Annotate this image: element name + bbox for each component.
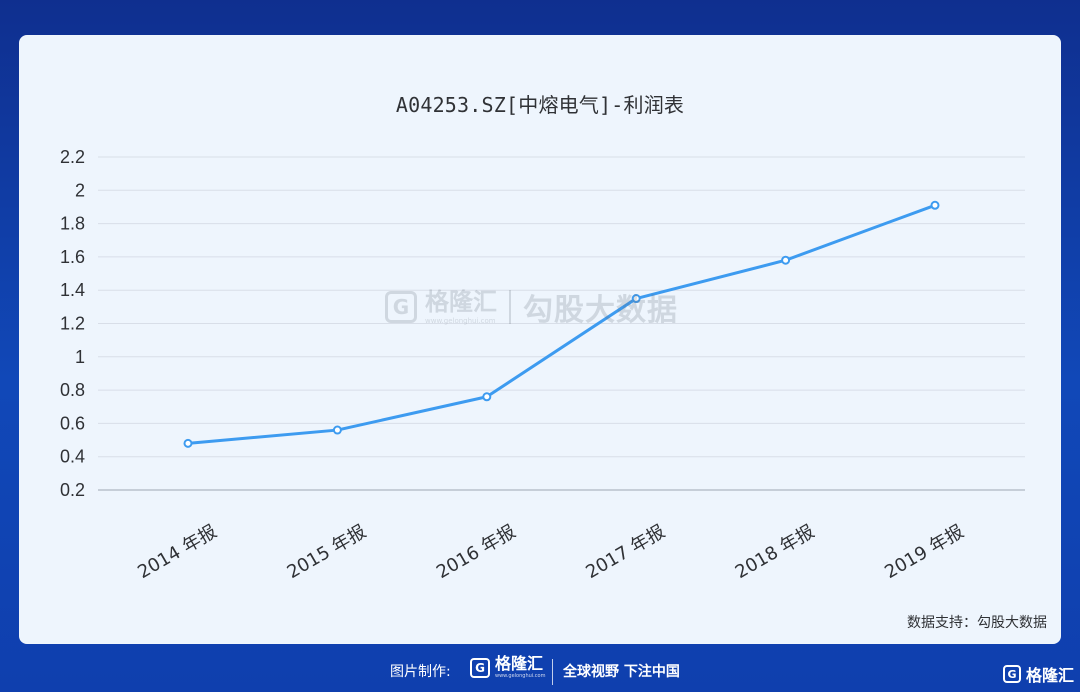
x-tick-label: 2016 年报 bbox=[433, 521, 519, 583]
x-tick-label: 2018 年报 bbox=[732, 521, 818, 583]
footer-logo: G 格隆汇 www.gelonghui.com bbox=[470, 656, 545, 679]
y-tick-label: 1.2 bbox=[60, 314, 85, 334]
y-tick-label: 0.8 bbox=[60, 380, 85, 400]
data-point bbox=[332, 425, 342, 435]
made-by-label: 图片制作: bbox=[390, 664, 451, 680]
source-label: 数据支持：勾股大数据 bbox=[907, 615, 1047, 631]
x-tick-label: 2015 年报 bbox=[284, 521, 370, 583]
footer-logo-icon: G bbox=[470, 657, 490, 678]
y-tick-label: 2.2 bbox=[60, 147, 85, 167]
data-point bbox=[781, 255, 791, 265]
line-chart: 0.20.40.60.811.21.41.61.822.2 2014 年报 201… bbox=[60, 147, 1025, 583]
corner-logo: G 格隆汇 bbox=[1003, 662, 1074, 686]
y-tick-label: 1.8 bbox=[60, 214, 85, 234]
footer-slogan: 全球视野 下注中国 bbox=[563, 664, 680, 680]
series-line bbox=[187, 203, 936, 445]
y-tick-label: 1.6 bbox=[60, 247, 85, 267]
footer-bar: 图片制作: G 格隆汇 www.gelonghui.com 全球视野 下注中国 bbox=[0, 652, 1080, 692]
footer-brand: 格隆汇 bbox=[495, 654, 544, 673]
data-point bbox=[183, 438, 193, 448]
corner-brand: 格隆汇 bbox=[1026, 666, 1075, 685]
y-tick-label: 2 bbox=[75, 180, 85, 200]
y-tick-label: 0.4 bbox=[60, 447, 85, 467]
data-point bbox=[631, 294, 641, 304]
data-point bbox=[482, 392, 492, 402]
y-tick-label: 0.6 bbox=[60, 413, 85, 433]
series-layer bbox=[183, 200, 940, 448]
footer-divider bbox=[552, 659, 553, 685]
y-tick-label: 1 bbox=[75, 347, 85, 367]
x-tick-label: 2017 年报 bbox=[582, 521, 668, 583]
x-tick-label: 2014 年报 bbox=[134, 521, 220, 583]
x-tick-label: 2019 年报 bbox=[881, 521, 967, 583]
chart-card: A04253.SZ[中熔电气]-利润表 0.2 0.4 0.6 0.8 1 1.2 1.4 1… bbox=[19, 35, 1061, 644]
corner-logo-icon: G bbox=[1003, 665, 1021, 683]
footer-brand-url: www.gelonghui.com bbox=[495, 673, 546, 679]
y-tick-label: 0.2 bbox=[60, 480, 85, 500]
y-axis: 0.2 0.4 0.6 0.8 1 1.2 1.4 1.6 1.8 2 2.2 bbox=[60, 147, 85, 500]
x-axis: 2014 年报 2015 年报 2016 年报 2017 年报 2018 年报 2019 … bbox=[134, 521, 967, 583]
y-tick-label: 1.4 bbox=[60, 280, 85, 300]
data-point bbox=[930, 200, 940, 210]
